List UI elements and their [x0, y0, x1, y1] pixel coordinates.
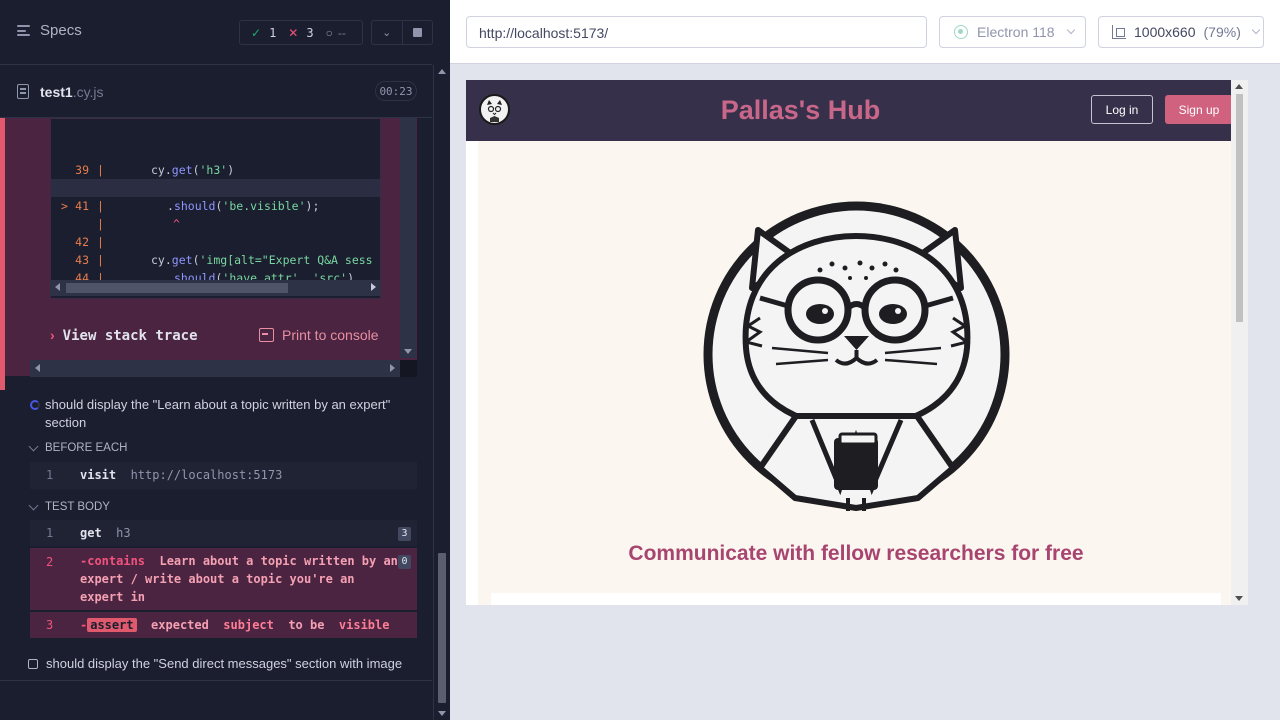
failed-test-error: 39|cy.get('h3') 40|.contains('Join and h…	[0, 118, 417, 390]
pending-square-icon	[28, 658, 38, 669]
menu-icon	[17, 25, 30, 36]
reporter-panel: Specs ✓ 1 ✕ 3 ○ -- ⌄ test1.cy.js 00:23 3…	[0, 0, 450, 720]
terminal-icon	[259, 328, 274, 342]
electron-icon	[954, 25, 968, 39]
content-card	[491, 593, 1221, 605]
code-line: 42 |	[75, 235, 104, 249]
code-frame: 39|cy.get('h3') 40|.contains('Join and h…	[50, 118, 381, 299]
test-title: should display the "Learn about a topic …	[45, 397, 391, 430]
code-horizontal-scrollbar[interactable]	[50, 280, 381, 296]
login-button[interactable]: Log in	[1091, 95, 1153, 124]
chevron-down-icon	[28, 441, 39, 451]
app-iframe: Pallas's Hub Log in Sign up Communicate …	[466, 80, 1247, 605]
check-icon: ✓	[251, 25, 262, 40]
x-icon: ✕	[288, 25, 299, 40]
aut-toolbar: http://localhost:5173/ Electron 118 1000…	[450, 0, 1280, 64]
reporter-scrollbar[interactable]	[433, 65, 450, 720]
code-line: 44 | .should('have.attr', 'src')	[75, 271, 355, 285]
chevron-down-icon[interactable]: ⌄	[372, 21, 402, 44]
test-title: should display the "Send direct messages…	[46, 656, 403, 671]
failed-count: 3	[306, 25, 314, 40]
scrollbar-thumb[interactable]	[438, 553, 446, 703]
browser-selector[interactable]: Electron 118	[939, 16, 1086, 48]
code-line: 39 | cy.get('h3')	[75, 163, 235, 177]
chevron-down-icon	[1066, 25, 1075, 35]
pallas-cat-illustration	[703, 201, 1010, 511]
stop-button[interactable]	[401, 21, 433, 44]
command-row-failed[interactable]: 2 -contains Learn about a topic written …	[30, 548, 417, 610]
error-horizontal-scrollbar[interactable]	[30, 360, 400, 377]
chevron-down-icon	[28, 500, 39, 510]
spec-duration: 00:23	[375, 81, 417, 101]
element-count-badge: 0	[398, 555, 411, 569]
print-to-console-button[interactable]: Print to console	[259, 327, 379, 343]
spinner-icon	[30, 400, 40, 410]
app-title: Pallas's Hub	[720, 95, 881, 125]
reporter-header: Specs ✓ 1 ✕ 3 ○ -- ⌄	[0, 0, 433, 65]
app-navbar: Pallas's Hub Log in Sign up	[466, 80, 1247, 141]
spec-file-row[interactable]: test1.cy.js 00:23	[0, 65, 432, 118]
test-body-header[interactable]: TEST BODY	[28, 500, 110, 513]
chevron-right-icon: ›	[50, 327, 55, 343]
url-bar[interactable]: http://localhost:5173/	[466, 16, 927, 48]
test-stats: ✓ 1 ✕ 3 ○ --	[239, 20, 363, 45]
signup-button[interactable]: Sign up	[1165, 95, 1233, 124]
test-item-pending[interactable]: should display the "Send direct messages…	[28, 656, 402, 671]
passed-count: 1	[269, 25, 277, 40]
viewport-info[interactable]: 1000x660 (79%)	[1098, 16, 1264, 48]
scrollbar-thumb[interactable]	[1236, 94, 1243, 322]
before-each-hook-header[interactable]: BEFORE EACH	[28, 441, 127, 454]
command-row[interactable]: 1 visit http://localhost:5173	[30, 462, 417, 489]
hero-section: Communicate with fellow researchers for …	[478, 141, 1234, 605]
hero-heading: Communicate with fellow researchers for …	[628, 542, 1084, 565]
code-line: | ^	[97, 217, 180, 231]
run-controls: ⌄	[371, 20, 433, 45]
app-under-test-panel: http://localhost:5173/ Electron 118 1000…	[450, 0, 1280, 720]
code-line: 40|.contains('Join and host Expert	[51, 161, 380, 195]
command-row[interactable]: 1 get h3 3	[30, 520, 417, 546]
pending-icon: ○	[325, 25, 333, 40]
stop-icon	[412, 28, 422, 37]
chevron-down-icon	[1251, 25, 1261, 35]
app-scrollbar[interactable]	[1231, 80, 1248, 605]
code-line-highlighted: >41 | .should('be.visible');	[51, 179, 380, 213]
view-stack-trace-button[interactable]: › View stack trace	[50, 327, 198, 344]
spec-file-name: test1.cy.js	[40, 84, 104, 100]
code-line: 43 | cy.get('img[alt="Expert Q&A sess	[75, 253, 373, 267]
ruler-icon	[1112, 25, 1126, 39]
specs-label: Specs	[40, 22, 82, 39]
element-count-badge: 3	[398, 527, 411, 541]
document-icon	[17, 84, 29, 99]
error-vertical-scrollbar[interactable]	[400, 118, 416, 358]
command-row-failed[interactable]: 3 - assert expected subject to be visible	[30, 612, 417, 638]
specs-button[interactable]: Specs	[17, 22, 82, 39]
pending-count: --	[337, 25, 346, 40]
